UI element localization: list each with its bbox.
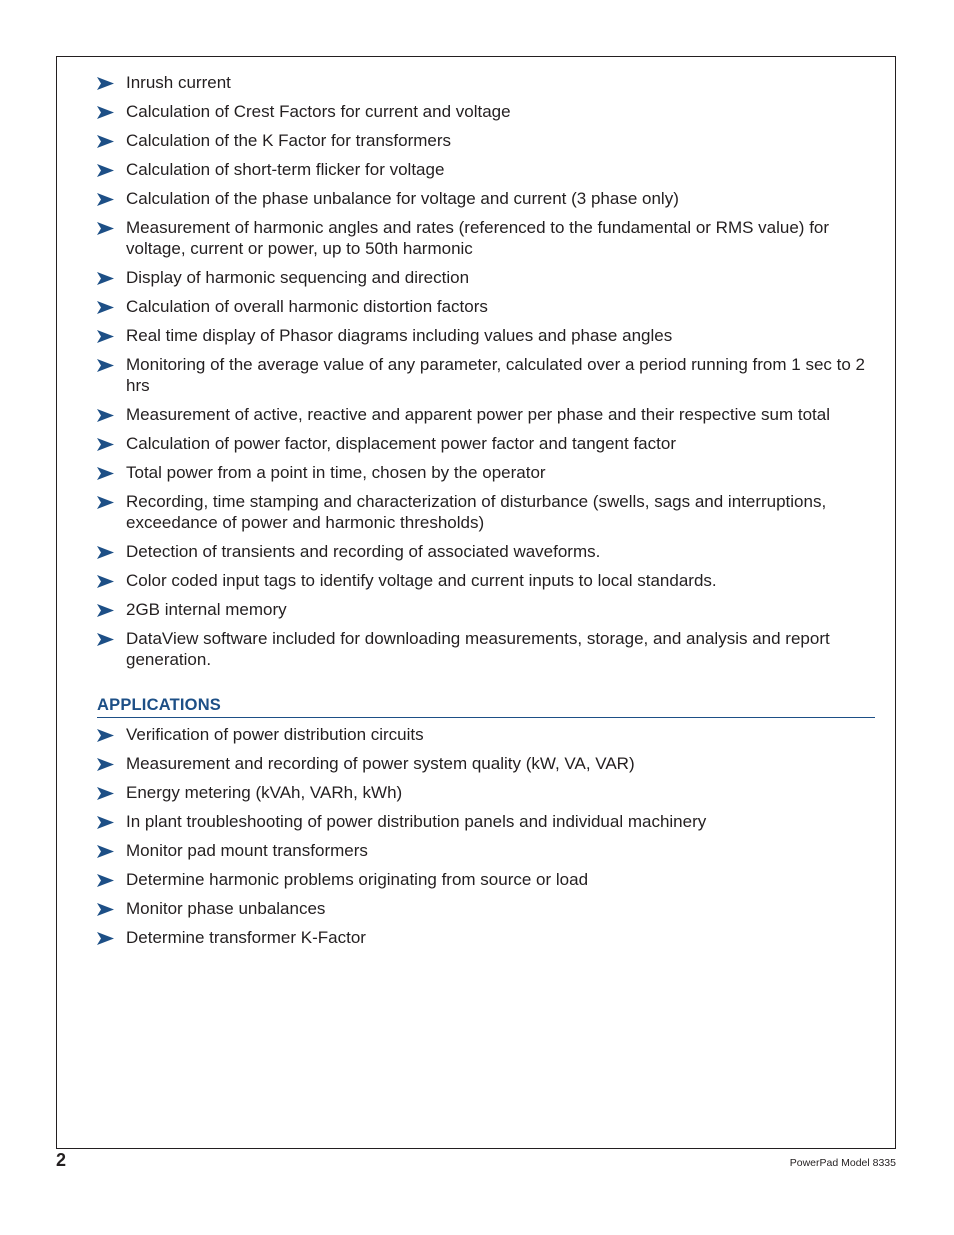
bullet-arrow-icon <box>97 575 114 588</box>
list-item: Energy metering (kVAh, VARh, kWh) <box>97 782 877 803</box>
list-item: 2GB internal memory <box>97 599 877 620</box>
bullet-arrow-icon <box>97 438 114 451</box>
bullet-arrow-icon <box>97 932 114 945</box>
list-item-text: Color coded input tags to identify volta… <box>126 571 717 590</box>
list-item: Inrush current <box>97 72 877 93</box>
bullet-arrow-icon <box>97 106 114 119</box>
list-item-text: Monitoring of the average value of any p… <box>126 355 865 395</box>
applications-list: Verification of power distribution circu… <box>97 724 877 956</box>
list-item: Measurement of active, reactive and appa… <box>97 404 877 425</box>
list-item-text: Calculation of Crest Factors for current… <box>126 102 511 121</box>
list-item-text: Monitor pad mount transformers <box>126 841 368 860</box>
list-item: Detection of transients and recording of… <box>97 541 877 562</box>
bullet-arrow-icon <box>97 222 114 235</box>
bullet-arrow-icon <box>97 409 114 422</box>
list-item-text: Monitor phase unbalances <box>126 899 326 918</box>
list-item-text: Calculation of overall harmonic distorti… <box>126 297 488 316</box>
bullet-arrow-icon <box>97 787 114 800</box>
list-item: Verification of power distribution circu… <box>97 724 877 745</box>
list-item-text: Total power from a point in time, chosen… <box>126 463 546 482</box>
list-item: Calculation of overall harmonic distorti… <box>97 296 877 317</box>
list-item-text: Calculation of the K Factor for transfor… <box>126 131 452 150</box>
list-item-text: 2GB internal memory <box>126 600 287 619</box>
bullet-arrow-icon <box>97 903 114 916</box>
list-item: Calculation of Crest Factors for current… <box>97 101 877 122</box>
bullet-arrow-icon <box>97 467 114 480</box>
list-item-text: Verification of power distribution circu… <box>126 725 424 744</box>
list-item: Color coded input tags to identify volta… <box>97 570 877 591</box>
list-item-text: Calculation of power factor, displacemen… <box>126 434 676 453</box>
list-item: Calculation of power factor, displacemen… <box>97 433 877 454</box>
list-item: Calculation of the K Factor for transfor… <box>97 130 877 151</box>
bullet-arrow-icon <box>97 135 114 148</box>
model-name: PowerPad Model 8335 <box>789 1157 896 1169</box>
list-item: Recording, time stamping and characteriz… <box>97 491 877 533</box>
bullet-arrow-icon <box>97 546 114 559</box>
list-item-text: Determine harmonic problems originating … <box>126 870 589 889</box>
bullet-arrow-icon <box>97 758 114 771</box>
list-item-text: In plant troubleshooting of power distri… <box>126 812 707 831</box>
list-item-text: Energy metering (kVAh, VARh, kWh) <box>126 783 403 802</box>
page-number: 2 <box>56 1150 67 1170</box>
list-item-text: Detection of transients and recording of… <box>126 542 601 561</box>
bullet-arrow-icon <box>97 272 114 285</box>
list-item: DataView software included for downloadi… <box>97 628 877 670</box>
bullet-arrow-icon <box>97 359 114 372</box>
bullet-arrow-icon <box>97 496 114 509</box>
bullet-arrow-icon <box>97 874 114 887</box>
list-item: In plant troubleshooting of power distri… <box>97 811 877 832</box>
list-item: Total power from a point in time, chosen… <box>97 462 877 483</box>
bullet-arrow-icon <box>97 77 114 90</box>
list-item-text: Calculation of the phase unbalance for v… <box>126 189 679 208</box>
bullet-arrow-icon <box>97 301 114 314</box>
list-item: Measurement and recording of power syste… <box>97 753 877 774</box>
list-item-text: Determine transformer K-Factor <box>126 928 366 947</box>
bullet-arrow-icon <box>97 330 114 343</box>
list-item-text: Measurement and recording of power syste… <box>126 754 635 773</box>
list-item: Monitor phase unbalances <box>97 898 877 919</box>
list-item: Display of harmonic sequencing and direc… <box>97 267 877 288</box>
list-item-text: DataView software included for downloadi… <box>126 629 830 669</box>
list-item: Calculation of the phase unbalance for v… <box>97 188 877 209</box>
list-item: Measurement of harmonic angles and rates… <box>97 217 877 259</box>
list-item-text: Inrush current <box>126 73 231 92</box>
bullet-arrow-icon <box>97 845 114 858</box>
bullet-arrow-icon <box>97 604 114 617</box>
list-item: Determine harmonic problems originating … <box>97 869 877 890</box>
list-item: Monitor pad mount transformers <box>97 840 877 861</box>
bullet-arrow-icon <box>97 193 114 206</box>
list-item-text: Real time display of Phasor diagrams inc… <box>126 326 673 345</box>
list-item-text: Measurement of active, reactive and appa… <box>126 405 830 424</box>
bullet-arrow-icon <box>97 816 114 829</box>
bullet-arrow-icon <box>97 164 114 177</box>
list-item-text: Recording, time stamping and characteriz… <box>126 492 827 532</box>
applications-heading: APPLICATIONS <box>97 694 875 718</box>
features-list: Inrush current Calculation of Crest Facto… <box>97 72 877 678</box>
list-item-text: Measurement of harmonic angles and rates… <box>126 218 830 258</box>
list-item-text: Display of harmonic sequencing and direc… <box>126 268 470 287</box>
bullet-arrow-icon <box>97 633 114 646</box>
list-item-text: Calculation of short-term flicker for vo… <box>126 160 445 179</box>
bullet-arrow-icon <box>97 729 114 742</box>
list-item: Monitoring of the average value of any p… <box>97 354 877 396</box>
list-item: Determine transformer K-Factor <box>97 927 877 948</box>
list-item: Calculation of short-term flicker for vo… <box>97 159 877 180</box>
list-item: Real time display of Phasor diagrams inc… <box>97 325 877 346</box>
